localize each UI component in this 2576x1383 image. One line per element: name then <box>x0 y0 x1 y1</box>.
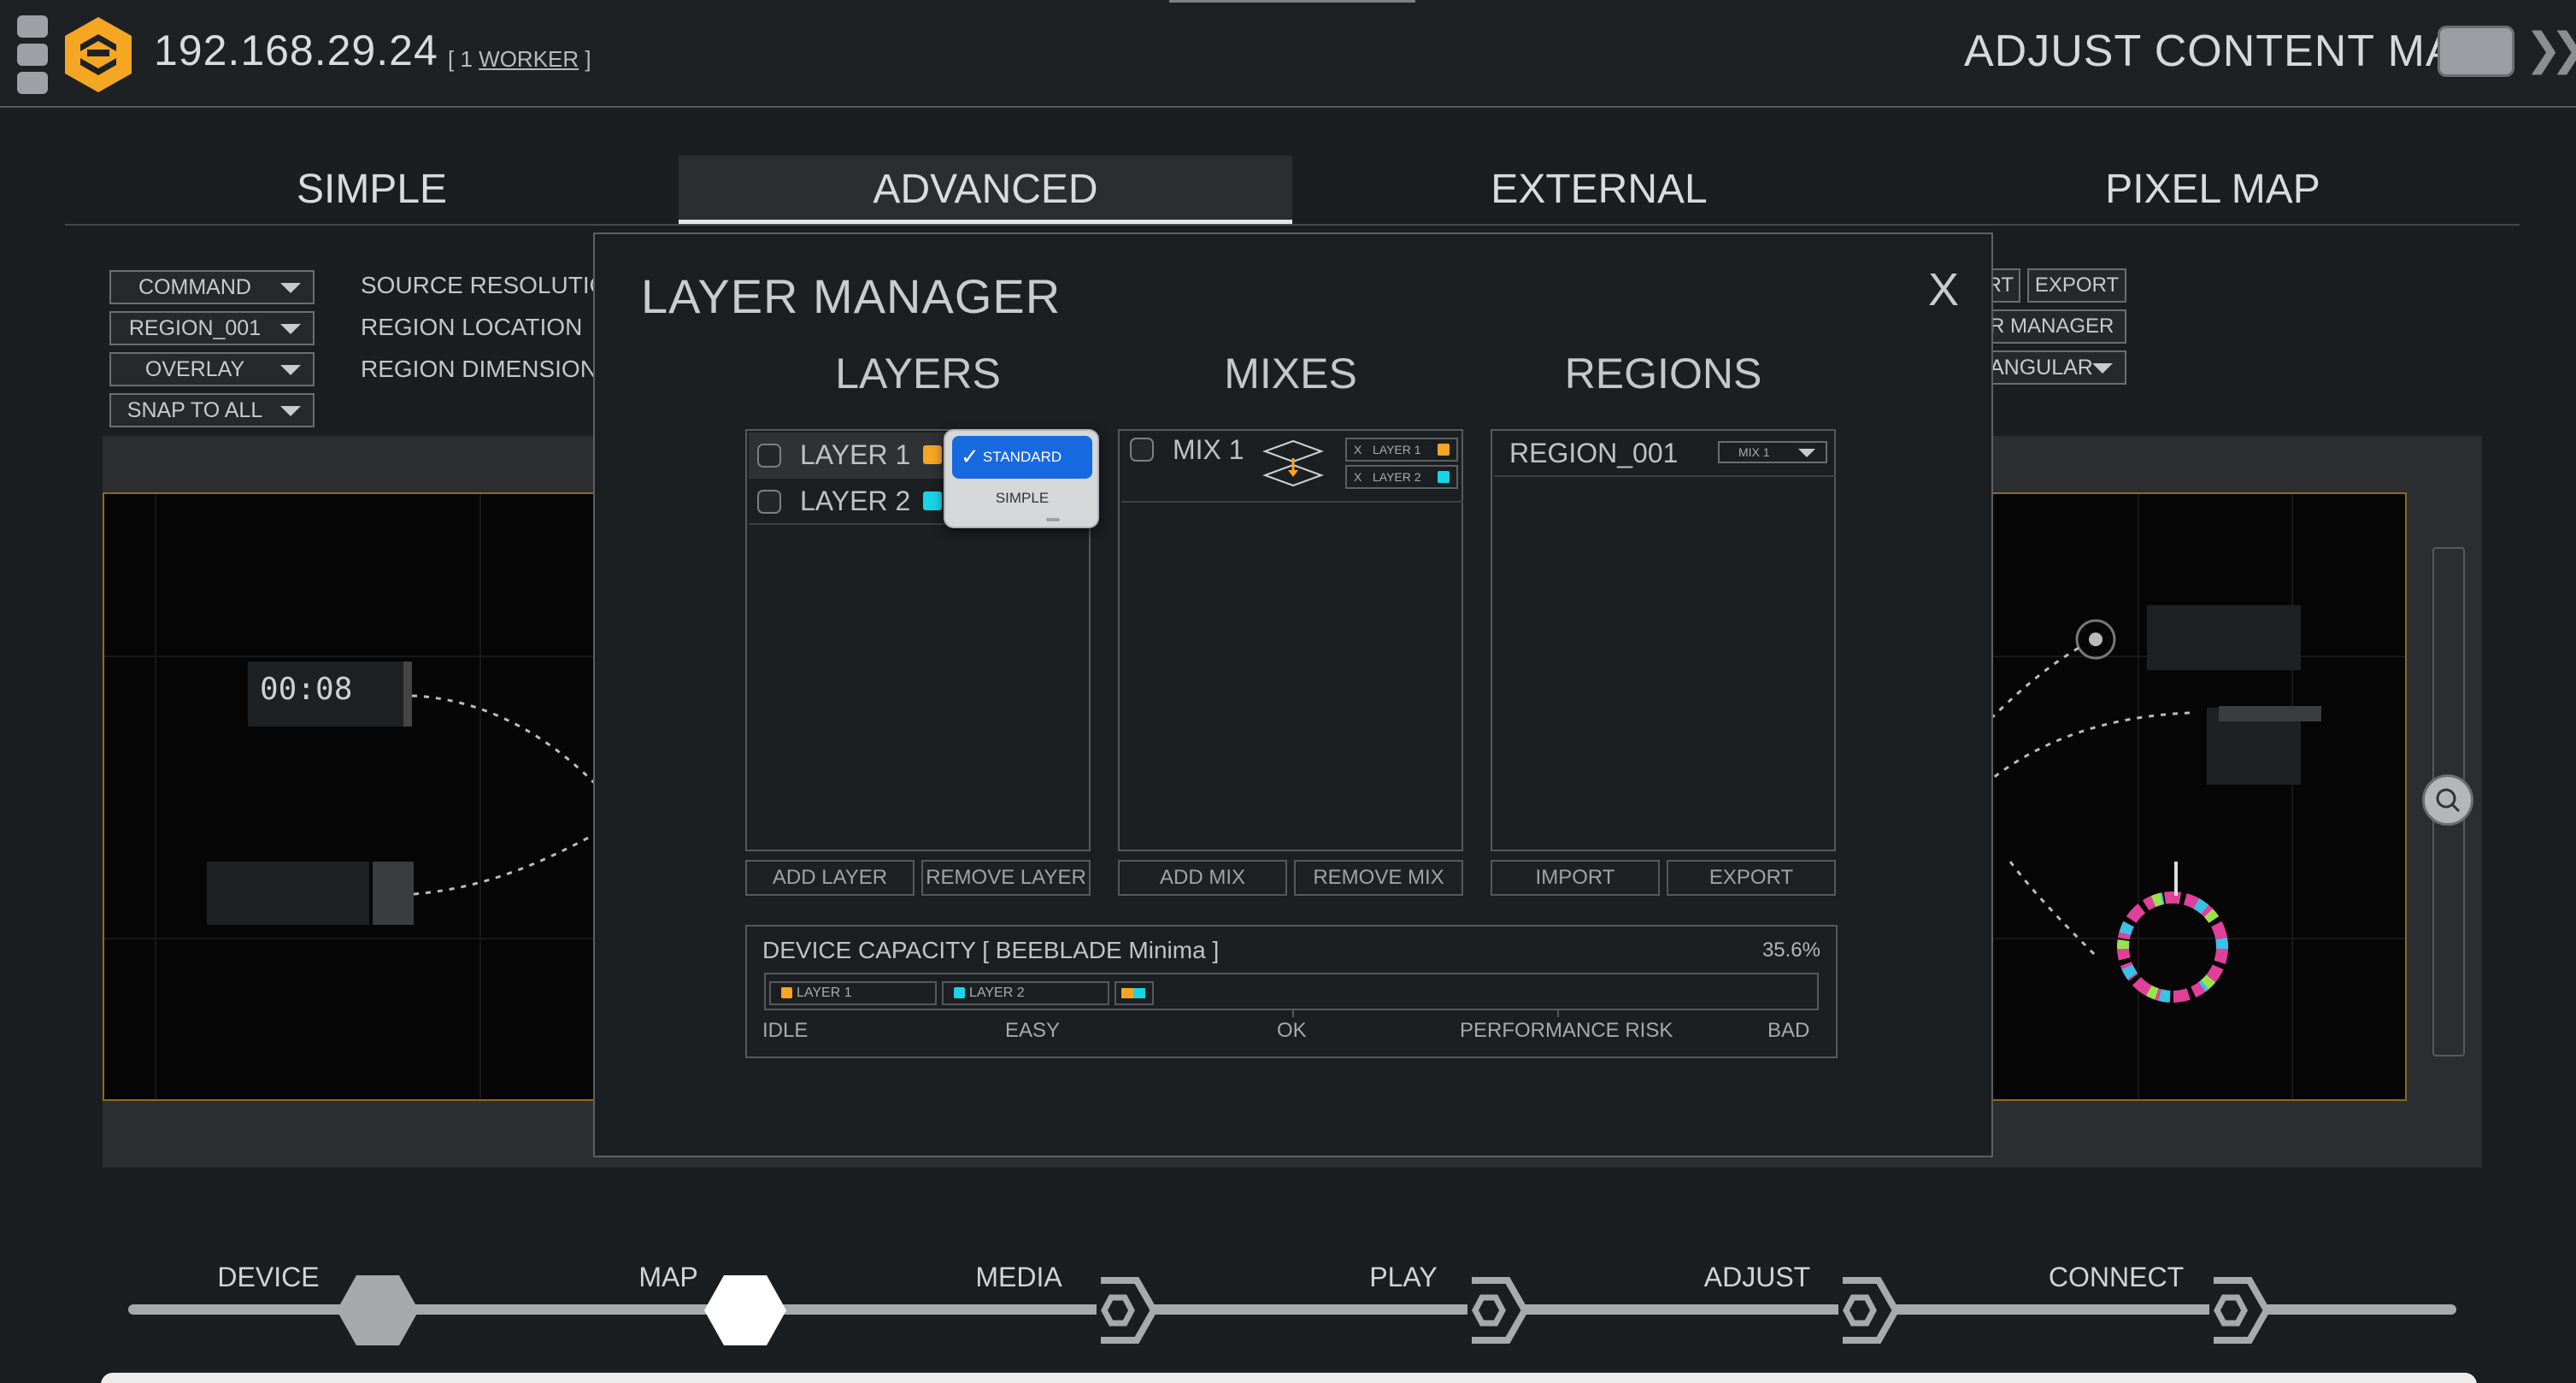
worker-link[interactable]: WORKER <box>479 46 579 72</box>
mix-layer-tag[interactable]: X LAYER 1 <box>1345 438 1458 462</box>
mixes-panel: MIX 1 X LAYER 1 X LAYER 2 <box>1118 429 1463 851</box>
top-drag-indicator <box>1169 0 1415 3</box>
nav-step-connect[interactable] <box>2188 1274 2273 1347</box>
search-icon <box>2436 788 2461 813</box>
nav-step-media[interactable] <box>1075 1274 1161 1347</box>
close-icon[interactable]: X <box>1928 263 1959 316</box>
chevron-right-icon[interactable]: ❯❯❯ <box>2525 24 2576 75</box>
mix-layer-tag-label: LAYER 2 <box>1373 470 1421 484</box>
capacity-chip-label: LAYER 2 <box>969 986 1025 1000</box>
export-button[interactable]: EXPORT <box>2027 268 2126 303</box>
remove-icon[interactable]: X <box>1354 439 1362 460</box>
device-capacity-panel: DEVICE CAPACITY [ BEEBLADE Minima ] 35.6… <box>745 925 1838 1058</box>
source-resolution-label: SOURCE RESOLUTION <box>361 272 626 298</box>
nav-step-adjust[interactable] <box>1817 1274 1903 1347</box>
region-row[interactable]: REGION_001 MIX 1 <box>1494 431 1836 477</box>
region-location-label: REGION LOCATION <box>361 314 583 340</box>
capacity-scale-performance-risk: PERFORMANCE RISK <box>1460 1019 1673 1042</box>
tab-advanced[interactable]: ADVANCED <box>679 156 1292 224</box>
mix-name: MIX 1 <box>1173 434 1244 465</box>
remove-mix-button[interactable]: REMOVE MIX <box>1294 860 1463 896</box>
region-dropdown[interactable]: REGION_001 <box>109 311 315 345</box>
mix-layer-tag[interactable]: X LAYER 2 <box>1345 465 1458 489</box>
blend-option-simple[interactable]: SIMPLE <box>952 477 1092 520</box>
add-layer-button[interactable]: ADD LAYER <box>745 860 915 896</box>
mix-row[interactable]: MIX 1 X LAYER 1 X LAYER 2 <box>1121 431 1463 503</box>
tab-simple[interactable]: SIMPLE <box>65 156 679 224</box>
page-title: ADJUST CONTENT MAP <box>1964 26 2487 76</box>
layer-name: LAYER 1 <box>800 439 911 470</box>
snap-dropdown[interactable]: SNAP TO ALL <box>109 393 315 427</box>
zoom-slider-handle[interactable] <box>2422 774 2473 826</box>
nav-step-play[interactable] <box>1446 1274 1532 1347</box>
remove-icon[interactable]: X <box>1354 467 1362 487</box>
popup-scroll-indicator <box>1046 518 1060 521</box>
mix-checkbox[interactable] <box>1130 438 1154 462</box>
device-ip: 192.168.29.24 <box>154 26 438 74</box>
mode-tabs: SIMPLE ADVANCED EXTERNAL PIXEL MAP <box>65 156 2520 226</box>
command-dropdown[interactable]: COMMAND <box>109 270 315 304</box>
workflow-progress-line <box>128 1304 2456 1315</box>
blend-stack-icon <box>1262 439 1324 487</box>
checkmark-icon: ✓ <box>961 444 979 470</box>
capacity-scale-bad: BAD <box>1767 1019 1810 1042</box>
capacity-chip-layer-1: LAYER 1 <box>769 981 937 1005</box>
export-regions-button[interactable]: EXPORT <box>1667 860 1836 896</box>
import-regions-button[interactable]: IMPORT <box>1491 860 1660 896</box>
layer-checkbox[interactable] <box>757 444 781 468</box>
add-mix-button[interactable]: ADD MIX <box>1118 860 1287 896</box>
capacity-scale-idle: IDLE <box>762 1019 809 1042</box>
worker-close: ] <box>585 46 591 72</box>
mix-layer-tag-label: LAYER 1 <box>1373 443 1421 456</box>
layer-color-swatch <box>923 445 942 464</box>
layer-manager-button[interactable]: R MANAGER <box>1983 309 2126 344</box>
capacity-chip-label: LAYER 1 <box>797 986 852 1000</box>
blend-option-standard[interactable]: ✓ STANDARD <box>952 436 1092 479</box>
worker-count: [ 1 WORKER ] <box>448 46 591 73</box>
regions-heading: REGIONS <box>1564 350 1762 397</box>
menu-icon[interactable] <box>17 15 48 94</box>
layer-color-swatch <box>954 987 965 998</box>
bottom-sheet-handle[interactable] <box>101 1373 2477 1383</box>
nav-step-device[interactable] <box>335 1274 421 1347</box>
layer-checkbox[interactable] <box>757 490 781 514</box>
layer-color-swatch <box>923 491 942 510</box>
mapping-mode-dropdown[interactable]: ANGULAR <box>1983 350 2126 385</box>
canvas-timer: 00:08 <box>260 672 352 707</box>
nav-step-map[interactable] <box>703 1274 788 1347</box>
layer-name: LAYER 2 <box>800 486 911 516</box>
capacity-title: DEVICE CAPACITY [ BEEBLADE Minima ] <box>762 937 1220 963</box>
remove-layer-button[interactable]: REMOVE LAYER <box>921 860 1091 896</box>
mixes-heading: MIXES <box>1224 350 1357 397</box>
top-bar: 192.168.29.24 [ 1 WORKER ] ADJUST CONTEN… <box>0 0 2576 108</box>
capacity-percent: 35.6% <box>1761 939 1820 962</box>
regions-panel: REGION_001 MIX 1 <box>1491 429 1836 851</box>
region-name: REGION_001 <box>1509 438 1679 468</box>
layer-manager-modal: LAYER MANAGER X LAYERS MIXES REGIONS LAY… <box>593 232 1993 1157</box>
layers-heading: LAYERS <box>835 350 1001 397</box>
brand-logo <box>65 17 132 92</box>
layer-color-swatch <box>1438 444 1450 456</box>
layer-color-swatch <box>781 987 792 998</box>
worker-open: [ 1 <box>448 46 473 72</box>
layer-color-swatch <box>1438 471 1450 483</box>
capacity-scale-ok: OK <box>1277 1019 1307 1042</box>
mode-toggle[interactable] <box>2438 26 2514 77</box>
capacity-chip-mix <box>1115 981 1154 1005</box>
modal-title: LAYER MANAGER <box>641 269 1062 323</box>
region-mix-dropdown[interactable]: MIX 1 <box>1718 441 1827 463</box>
blend-mode-popup: ✓ STANDARD SIMPLE <box>944 429 1099 528</box>
tab-external[interactable]: EXTERNAL <box>1292 156 1906 224</box>
capacity-bar: LAYER 1 LAYER 2 <box>764 973 1819 1017</box>
tab-pixel-map[interactable]: PIXEL MAP <box>1906 156 2520 224</box>
capacity-chip-layer-2: LAYER 2 <box>942 981 1109 1005</box>
overlay-dropdown[interactable]: OVERLAY <box>109 352 315 386</box>
capacity-scale-easy: EASY <box>1005 1019 1061 1042</box>
region-dimensions-label: REGION DIMENSIONS <box>361 356 614 382</box>
blend-option-label: STANDARD <box>982 449 1062 465</box>
